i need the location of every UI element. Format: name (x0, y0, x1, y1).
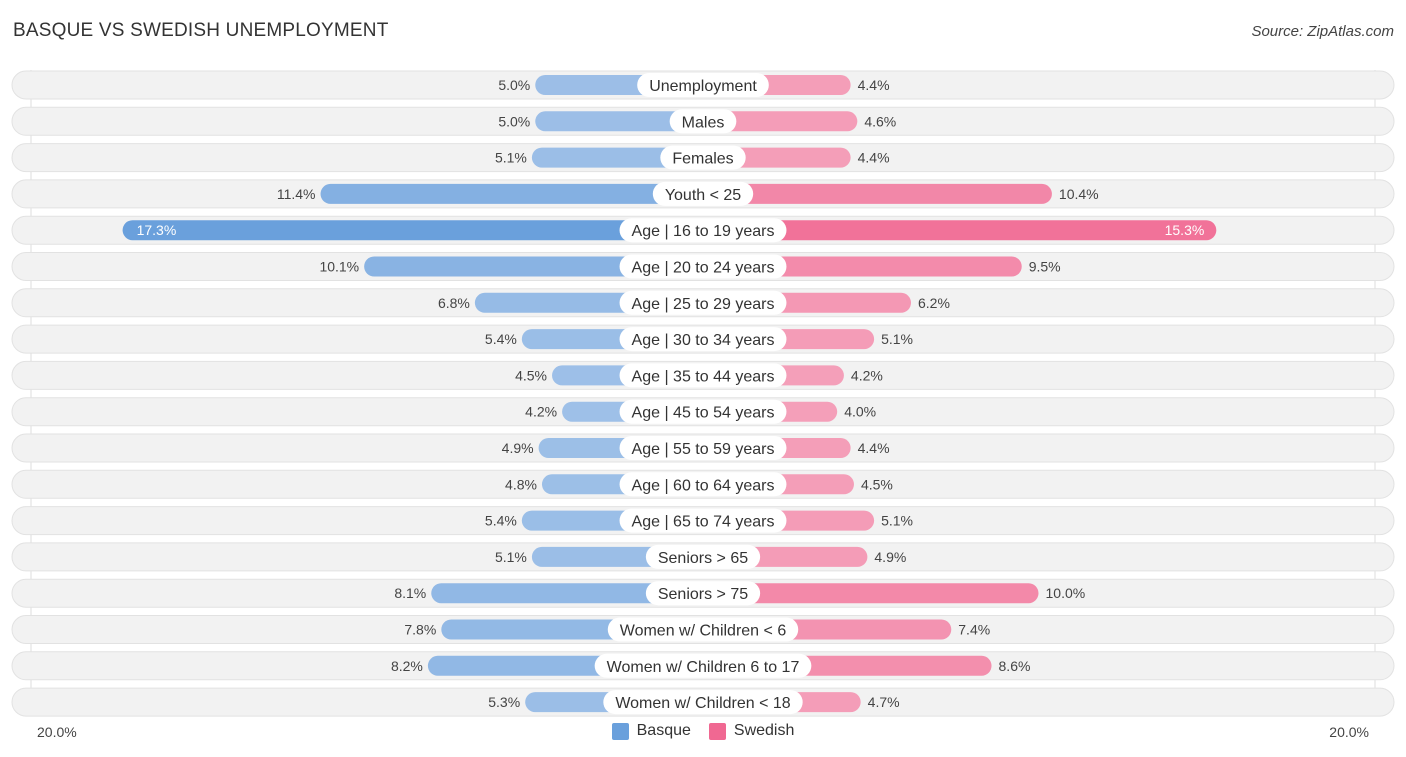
category-label: Age | 20 to 24 years (632, 260, 775, 277)
category-label: Women w/ Children 6 to 17 (607, 659, 800, 676)
value-label-basque: 5.3% (488, 694, 520, 710)
value-label-swedish: 5.1% (881, 331, 913, 347)
value-label-swedish: 4.4% (858, 440, 890, 456)
value-label-basque: 4.9% (502, 440, 534, 456)
value-label-swedish: 4.0% (844, 404, 876, 420)
value-label-swedish: 4.5% (861, 476, 893, 492)
value-label-basque: 4.5% (515, 367, 547, 383)
value-label-swedish: 4.6% (864, 113, 896, 129)
legend-swatch-basque (611, 722, 629, 740)
value-label-swedish: 6.2% (918, 295, 950, 311)
legend: Basque Swedish (0, 722, 1406, 740)
category-label: Age | 35 to 44 years (632, 368, 775, 385)
value-label-basque: 7.8% (404, 622, 436, 638)
value-label-basque: 4.2% (525, 404, 557, 420)
bar-swedish (703, 183, 1052, 204)
legend-item-basque[interactable]: Basque (611, 722, 691, 740)
value-label-basque: 8.1% (394, 585, 426, 601)
value-label-basque: 8.2% (391, 658, 423, 674)
category-label: Unemployment (649, 78, 757, 95)
category-label: Women w/ Children < 18 (615, 695, 790, 712)
value-label-swedish: 5.1% (881, 513, 913, 529)
value-label-basque: 5.0% (498, 113, 530, 129)
legend-label-swedish: Swedish (733, 722, 795, 739)
value-label-basque: 5.1% (495, 549, 527, 565)
legend-item-swedish[interactable]: Swedish (708, 722, 795, 740)
value-label-swedish: 8.6% (999, 658, 1031, 674)
category-label: Age | 45 to 54 years (632, 405, 775, 422)
value-label-swedish: 10.0% (1046, 585, 1086, 601)
value-label-basque: 6.8% (438, 295, 470, 311)
category-label: Age | 60 to 64 years (632, 477, 775, 494)
bar-basque (122, 220, 703, 241)
category-label: Age | 55 to 59 years (632, 441, 775, 458)
category-label: Age | 16 to 19 years (632, 223, 775, 240)
category-label: Age | 30 to 34 years (632, 332, 775, 349)
value-label-basque: 17.3% (137, 222, 177, 238)
category-label: Males (682, 114, 725, 131)
value-label-swedish: 7.4% (958, 622, 990, 638)
value-label-basque: 10.1% (319, 259, 359, 275)
bar-basque (320, 183, 703, 204)
category-label: Seniors > 75 (658, 586, 748, 603)
value-label-swedish: 4.7% (868, 694, 900, 710)
legend-label-basque: Basque (636, 722, 691, 739)
diverging-bar-chart: 5.0% 4.4% Unemployment 5.0% 4.6% Males 5.1% 4.4… (11, 70, 1395, 717)
value-label-swedish: 10.4% (1059, 186, 1099, 202)
category-label: Females (672, 151, 733, 168)
value-label-basque: 5.4% (485, 513, 517, 529)
value-label-basque: 11.4% (277, 186, 316, 202)
category-label: Youth < 25 (665, 187, 741, 204)
value-label-swedish: 4.2% (851, 367, 883, 383)
category-label: Age | 25 to 29 years (632, 296, 775, 313)
value-label-basque: 5.4% (485, 331, 517, 347)
category-label: Seniors > 65 (658, 550, 748, 567)
value-label-basque: 5.0% (498, 77, 530, 93)
legend-swatch-swedish (708, 722, 726, 740)
value-label-swedish: 15.3% (1165, 222, 1205, 238)
value-label-swedish: 9.5% (1029, 259, 1061, 275)
category-label: Age | 65 to 74 years (632, 514, 775, 531)
value-label-swedish: 4.4% (858, 150, 890, 166)
value-label-basque: 5.1% (495, 150, 527, 166)
category-label: Women w/ Children < 6 (620, 623, 787, 640)
value-label-swedish: 4.4% (858, 77, 890, 93)
value-label-swedish: 4.9% (874, 549, 906, 565)
value-label-basque: 4.8% (505, 476, 537, 492)
